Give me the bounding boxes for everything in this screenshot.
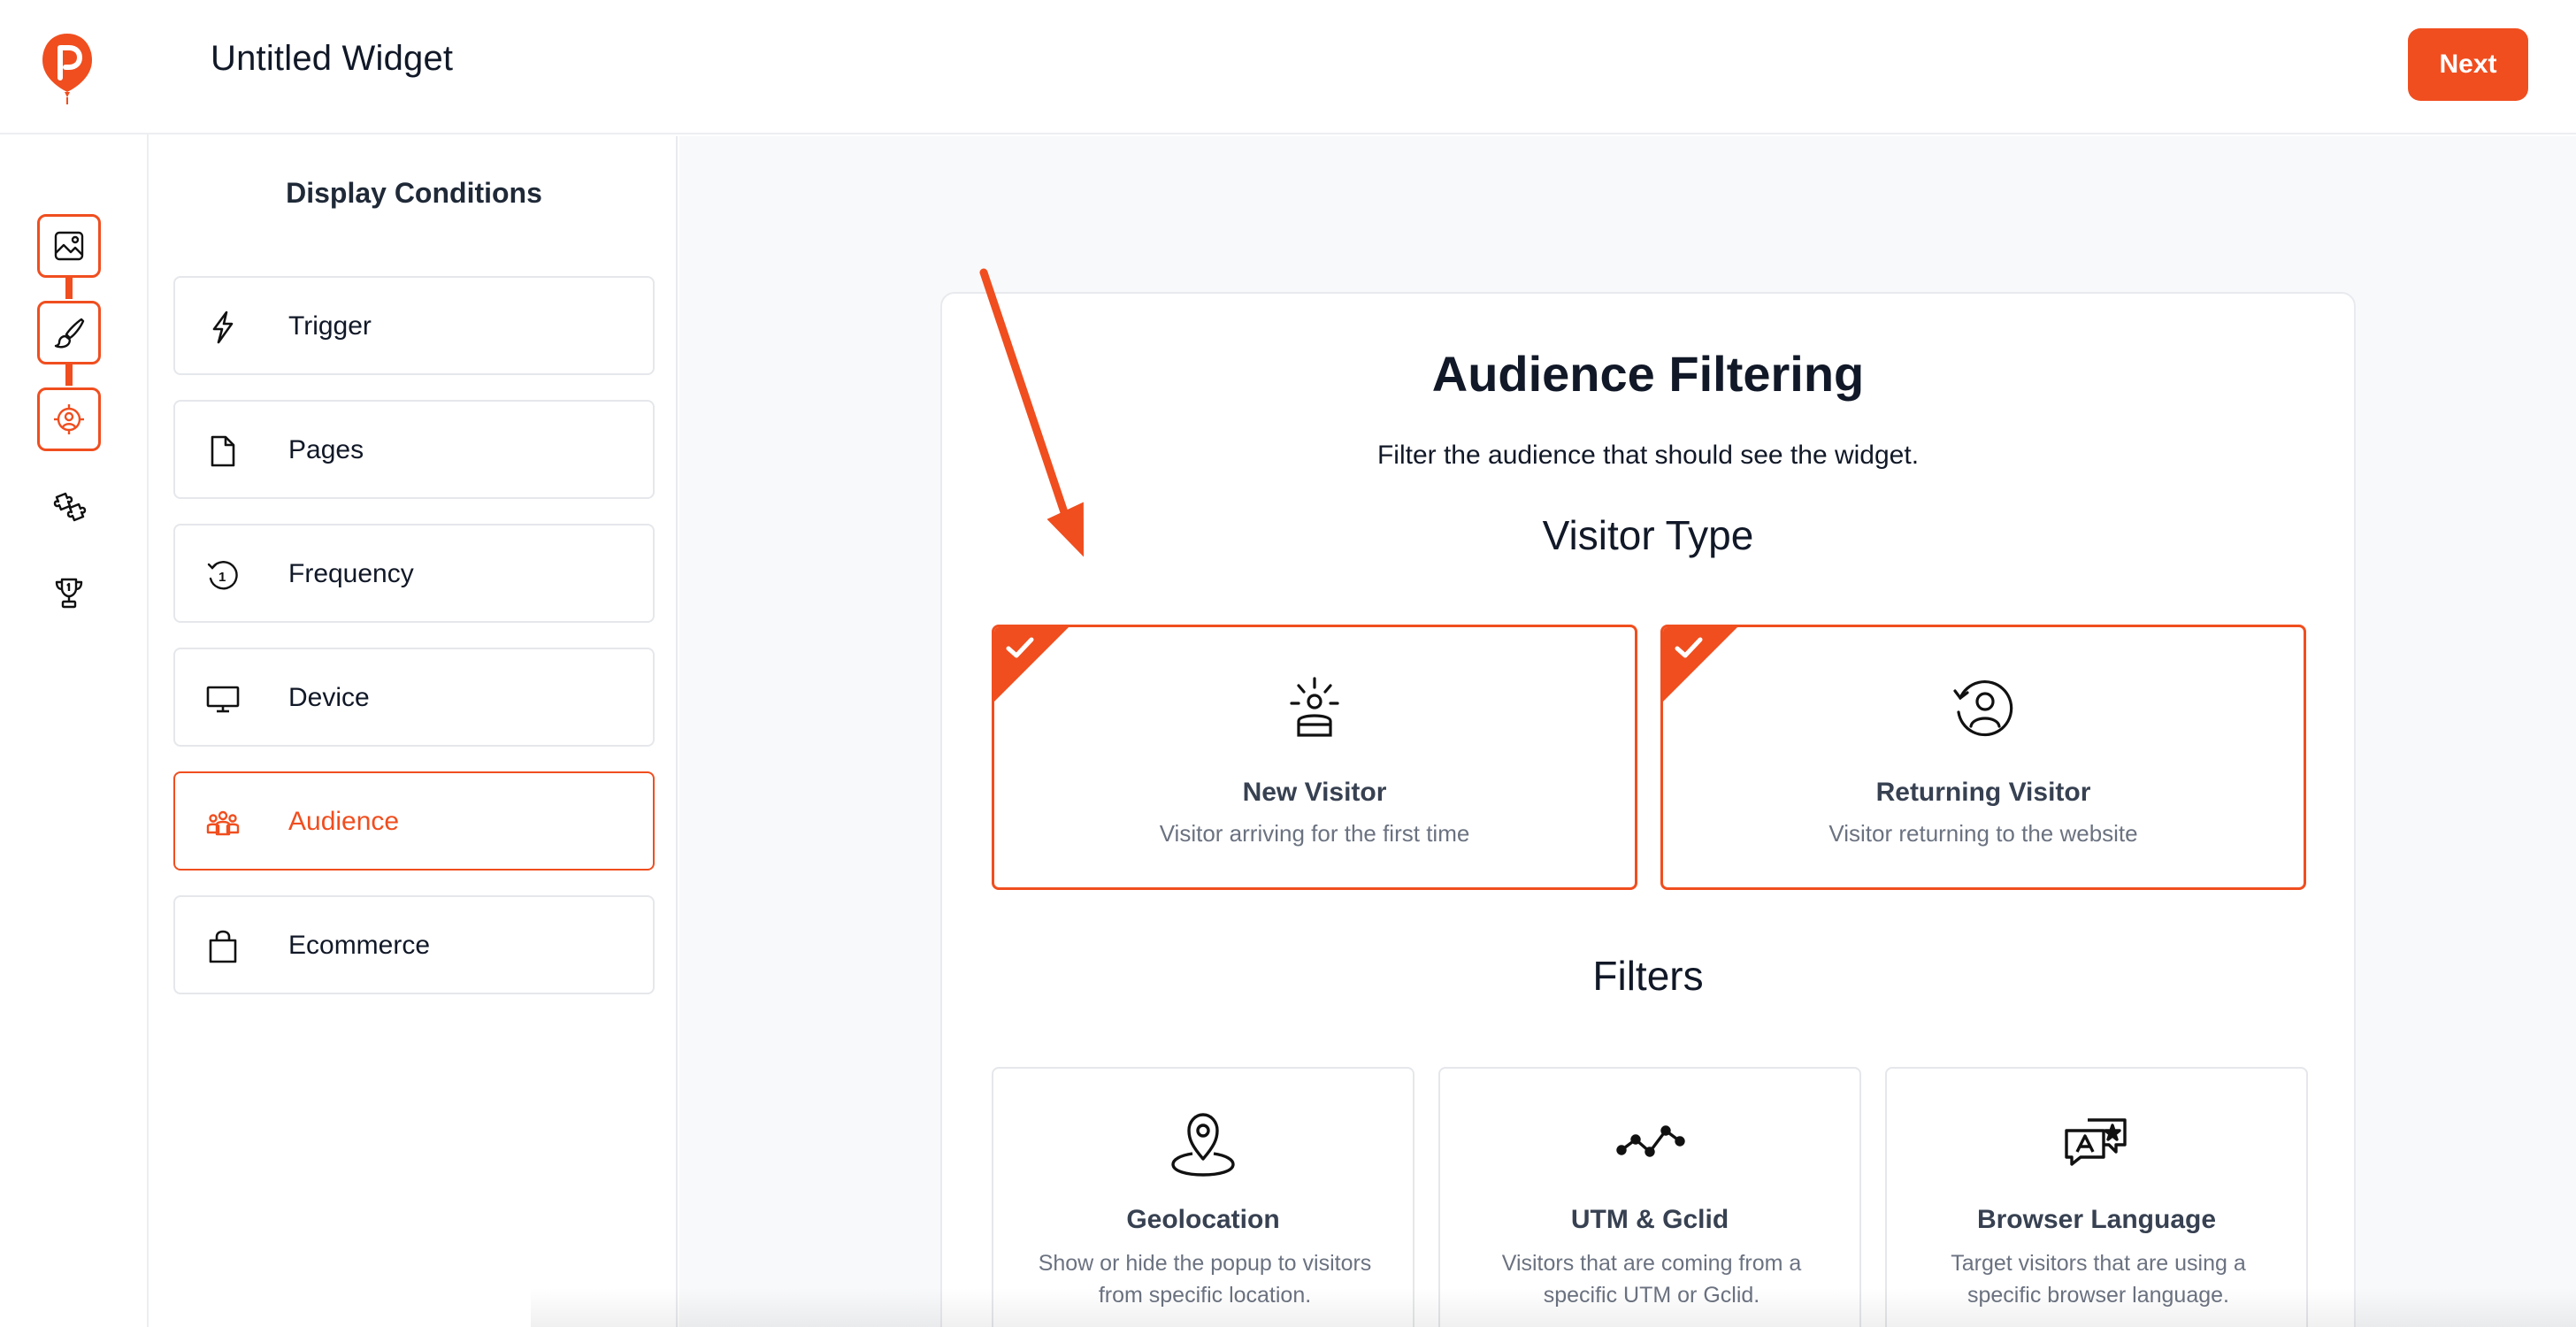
returning-visitor-option[interactable]: Returning Visitor Visitor returning to t… (1660, 625, 2306, 890)
nav-item-label: Frequency (288, 559, 414, 588)
nav-item-device[interactable]: Device (173, 648, 655, 747)
checkmark-icon (1006, 637, 1034, 658)
bottom-shade (531, 1288, 2576, 1327)
widget-title[interactable]: Untitled Widget (211, 39, 453, 79)
rail-connector (65, 364, 73, 386)
filters-heading: Filters (1592, 953, 1704, 999)
checkmark-icon (1675, 637, 1703, 658)
map-pin-icon (1171, 1113, 1235, 1177)
filter-title: Browser Language (1976, 1205, 2217, 1234)
rail-step-targeting[interactable] (37, 387, 101, 451)
nav-item-label: Audience (288, 807, 400, 836)
page-subtitle: Filter the audience that should see the … (1376, 441, 1920, 470)
image-icon (54, 231, 84, 261)
filter-title: UTM & Gclid (1570, 1205, 1729, 1234)
nav-item-label: Ecommerce (288, 931, 431, 960)
step-rail (0, 134, 149, 1327)
option-title: New Visitor (1242, 778, 1387, 807)
lightning-icon (212, 311, 234, 344)
clock-history-icon: 1 (207, 561, 238, 590)
new-visitor-option[interactable]: New Visitor Visitor arriving for the fir… (992, 625, 1637, 890)
nav-item-label: Pages (288, 435, 364, 464)
puzzle-icon (53, 492, 87, 522)
brush-icon (54, 318, 85, 349)
new-visitor-icon (1290, 677, 1339, 737)
svg-text:1: 1 (218, 570, 226, 585)
people-group-icon (206, 810, 240, 836)
returning-visitor-icon (1953, 680, 2013, 737)
target-icon (54, 404, 84, 434)
rail-step-design[interactable] (37, 301, 101, 364)
annotation-arrow (979, 268, 1085, 557)
monitor-icon (206, 686, 240, 713)
rail-step-integrations[interactable] (37, 474, 101, 538)
language-chat-icon (2065, 1118, 2127, 1166)
rail-step-goals[interactable] (37, 561, 101, 625)
option-title: Returning Visitor (1875, 778, 2091, 807)
nav-item-pages[interactable]: Pages (173, 400, 655, 499)
balloon-p-logo[interactable] (39, 32, 96, 106)
nav-item-label: Device (288, 683, 370, 712)
top-bar: Untitled Widget Next (0, 0, 2576, 134)
panel-title: Display Conditions (286, 177, 542, 209)
trend-line-icon (1616, 1125, 1685, 1157)
trophy-icon (55, 578, 83, 609)
nav-item-label: Trigger (288, 311, 372, 341)
page-icon (211, 435, 235, 467)
option-description: Visitor returning to the website (1828, 820, 2138, 847)
visitor-type-heading: Visitor Type (1542, 512, 1754, 558)
shopping-bag-icon (209, 930, 237, 963)
next-button[interactable]: Next (2408, 28, 2528, 101)
filter-title: Geolocation (1126, 1205, 1280, 1234)
rail-connector (65, 278, 73, 299)
rail-step-content[interactable] (37, 214, 101, 278)
nav-item-frequency[interactable]: 1 Frequency (173, 524, 655, 623)
nav-item-audience[interactable]: Audience (173, 771, 655, 871)
display-conditions-panel: Display Conditions Trigger Pages 1 Frequ… (150, 136, 678, 1327)
page-title: Audience Filtering (1431, 346, 1865, 402)
nav-item-trigger[interactable]: Trigger (173, 276, 655, 375)
option-description: Visitor arriving for the first time (1159, 820, 1470, 847)
main-content: Audience Filtering Filter the audience t… (679, 136, 2576, 1327)
nav-item-ecommerce[interactable]: Ecommerce (173, 895, 655, 994)
audience-filtering-card: Audience Filtering Filter the audience t… (940, 292, 2356, 1327)
